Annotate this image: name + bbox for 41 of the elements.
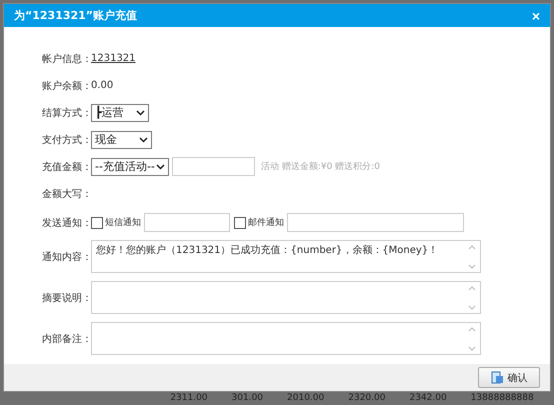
checkbox-label: 短信通知 <box>105 216 141 229</box>
field-label: 账户余额： <box>42 80 91 92</box>
text-area[interactable] <box>91 281 481 314</box>
chevron-down-icon <box>139 136 148 142</box>
field-label: 通知内容： <box>42 250 91 264</box>
scroll-arrows-icon <box>468 243 476 271</box>
checkbox[interactable] <box>91 216 103 228</box>
checkbox-label: 邮件通知 <box>248 216 284 229</box>
dialog-title: 为“1231321”账户充值 <box>14 8 138 23</box>
confirm-button[interactable]: 确认 <box>478 367 540 388</box>
bonus-hint: 活动 赠送金额:¥0 赠送积分:0 <box>261 160 380 173</box>
contact-field[interactable] <box>144 213 230 232</box>
chevron-down-icon <box>156 164 165 170</box>
background-table-cell: 13888888888 <box>470 393 534 404</box>
field-label: 充值金额： <box>42 160 91 174</box>
activity-select[interactable]: --充值活动-- <box>91 158 169 176</box>
background-table-cell: 301.00 <box>232 393 264 404</box>
contact-field[interactable] <box>287 213 464 232</box>
field-label: 支付方式： <box>42 134 91 146</box>
background-table-cell: 2342.00 <box>409 393 447 404</box>
text-area[interactable]: 您好！您的账户（1231321）已成功充值：{number}，余额：{Money}！ <box>91 240 481 273</box>
document-icon <box>490 371 504 384</box>
chevron-down-icon <box>136 110 145 116</box>
field-label: 内部备注： <box>42 332 91 346</box>
field-label: 结算方式： <box>42 106 91 120</box>
field-label: 帐户信息： <box>42 52 91 66</box>
balance-value: 0.00 <box>91 80 114 91</box>
field-label: 发送通知： <box>42 216 91 230</box>
background-table-cell: 2010.00 <box>287 393 324 404</box>
field-label: 摘要说明： <box>42 292 91 304</box>
field-label: 金额大写： <box>42 188 91 200</box>
amount-field[interactable] <box>172 157 255 176</box>
background-table-cell: 2320.00 <box>348 393 386 404</box>
checkbox[interactable] <box>234 216 246 228</box>
payment-select[interactable]: 现金 <box>91 130 152 148</box>
scroll-arrows-icon <box>468 284 476 312</box>
settlement-select[interactable]: ┣运营 <box>91 104 149 122</box>
account-link[interactable]: 1231321 <box>91 53 136 64</box>
background-table-cell: 2311.00 <box>170 393 208 404</box>
text-area[interactable] <box>91 322 481 355</box>
scroll-arrows-icon <box>468 325 476 353</box>
